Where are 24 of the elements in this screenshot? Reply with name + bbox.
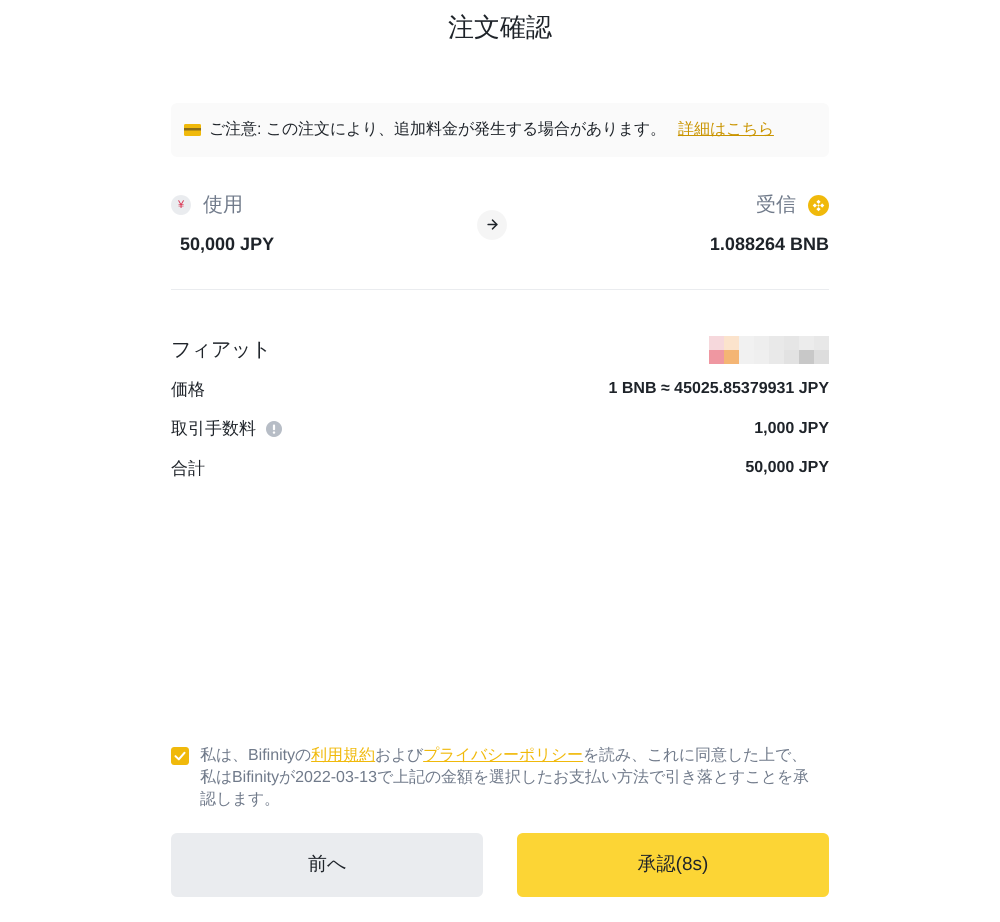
policy-link[interactable]: 利用規約 [311,747,376,764]
details-link[interactable]: 詳細はこちら [678,118,774,142]
receive-amount: 1.088264 BNB [710,233,829,256]
coin-icon [808,194,829,216]
receive-label: 受信 [756,193,796,218]
yen-icon: ¥ [171,195,191,215]
spend-label: 使用 [203,193,243,218]
detail-label: フィアット [171,338,271,363]
notice-text: ご注意: この注文により、追加料金が発生する場合があります。 [209,120,666,140]
detail-value: 1,000 JPY [754,418,829,439]
back-button[interactable]: 前へ [171,833,483,897]
credit-card-icon [184,124,201,136]
detail-value: 50,000 JPY [745,458,829,478]
confirm-button[interactable]: 承認(8s) [517,833,829,897]
policy-link[interactable]: プライバシーポリシー [423,747,584,764]
agreement-text: 私は、Bifinityの利用規約およびプライバシーポリシーを読み、これに同意した上で、私はBifinityが2022-03-13で上記の金額を選択したお支払い方法で引き落とすことを承認します。 [200,746,810,810]
detail-value: 1 BNB ≈ 45025.85379931 JPY [608,379,829,400]
spend-amount: 50,000 JPY [180,233,274,256]
detail-label: 合計 [171,458,205,480]
detail-label: 取引手数料 [171,418,256,440]
detail-label: 価格 [171,378,205,400]
checkbox[interactable] [171,747,189,765]
arrow-right-icon [477,210,507,240]
page-title: 注文確認 [448,11,552,44]
